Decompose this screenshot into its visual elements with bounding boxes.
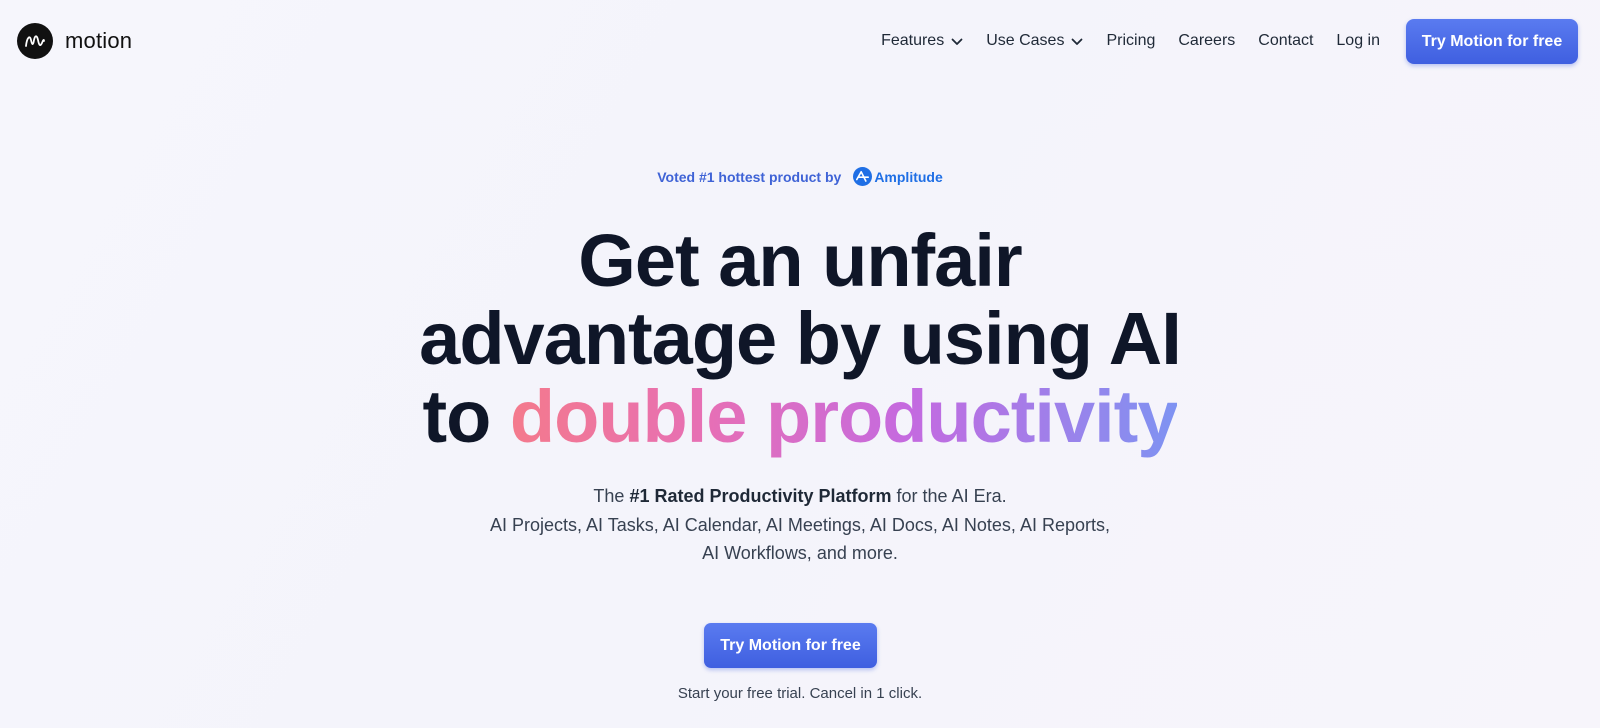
nav-careers[interactable]: Careers bbox=[1178, 28, 1235, 54]
headline-highlight: double productivity bbox=[509, 375, 1179, 458]
motion-logo-icon bbox=[17, 23, 53, 59]
trial-note: Start your free trial. Cancel in 1 click… bbox=[677, 685, 923, 702]
nav-use-cases-label: Use Cases bbox=[986, 32, 1065, 49]
sub-prefix: The bbox=[593, 486, 625, 506]
nav-use-cases[interactable]: Use Cases bbox=[986, 28, 1083, 54]
brand-home-link[interactable]: motion bbox=[17, 23, 132, 59]
voted-badge: Voted #1 hottest product by Amplitude bbox=[0, 167, 1600, 186]
try-motion-hero-button[interactable]: Try Motion for free bbox=[704, 623, 877, 668]
sub-line-2: AI Projects, AI Tasks, AI Calendar, AI M… bbox=[490, 514, 1110, 535]
nav-features-label: Features bbox=[881, 32, 945, 49]
chevron-down-icon bbox=[951, 38, 963, 45]
amplitude-icon bbox=[853, 167, 873, 186]
nav-login[interactable]: Log in bbox=[1336, 28, 1380, 54]
sub-bold: #1 Rated Productivity Platform bbox=[629, 486, 892, 506]
top-navigation: motion Features Use Cases Pricing Career… bbox=[0, 0, 1600, 82]
hero-subheading: The #1 Rated Productivity Platform for t… bbox=[0, 482, 1600, 568]
nav-features[interactable]: Features bbox=[881, 28, 963, 54]
nav-contact[interactable]: Contact bbox=[1258, 28, 1313, 54]
amplitude-logo: Amplitude bbox=[853, 167, 943, 186]
headline-line-2: advantage by using AI bbox=[419, 297, 1182, 380]
sub-suffix: for the AI Era. bbox=[896, 486, 1007, 506]
amplitude-label: Amplitude bbox=[874, 168, 943, 185]
brand-name: motion bbox=[65, 28, 133, 53]
chevron-down-icon bbox=[1072, 38, 1083, 45]
sub-line-3: AI Workflows, and more. bbox=[702, 543, 898, 563]
nav-links: Features Use Cases Pricing Careers Conta… bbox=[881, 28, 1380, 54]
headline-prefix: to bbox=[422, 375, 492, 458]
try-motion-nav-button[interactable]: Try Motion for free bbox=[1406, 19, 1578, 64]
hero-headline: Get an unfair advantage by using AI to d… bbox=[0, 222, 1600, 456]
voted-text: Voted #1 hottest product by bbox=[657, 168, 842, 185]
headline-line-1: Get an unfair bbox=[578, 219, 1022, 302]
nav-pricing[interactable]: Pricing bbox=[1106, 28, 1155, 54]
